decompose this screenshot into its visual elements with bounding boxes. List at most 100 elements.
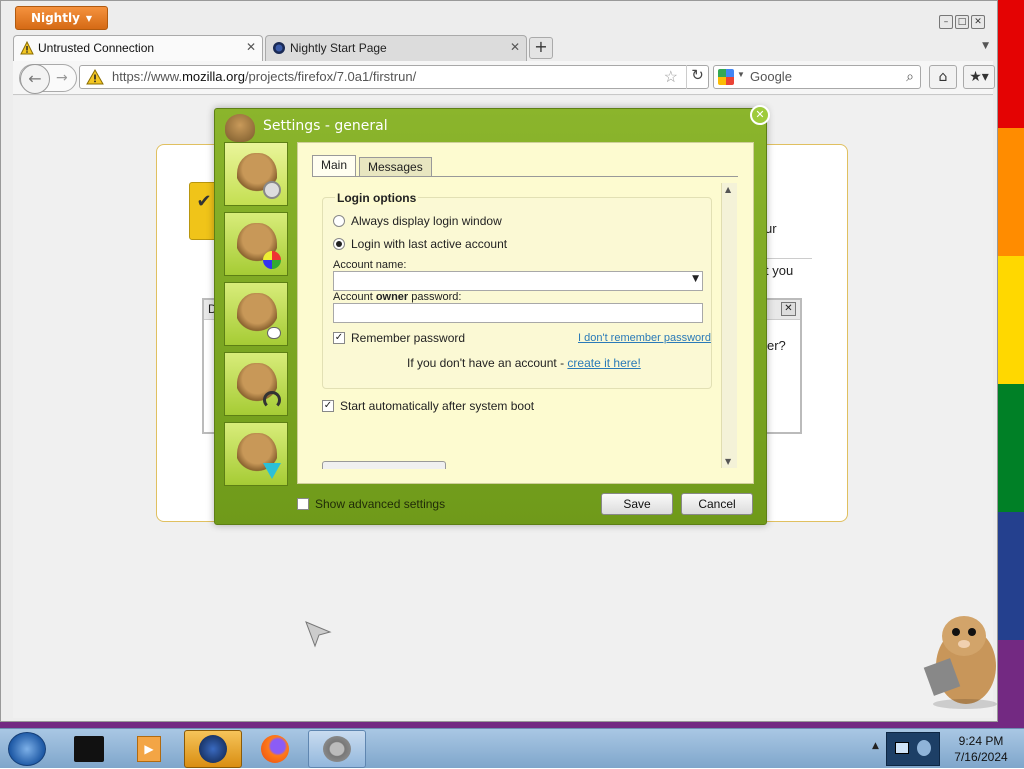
google-icon[interactable] [718, 69, 734, 85]
forgot-password-link[interactable]: I don't remember password [578, 332, 711, 344]
gear-icon [263, 181, 281, 199]
close-icon[interactable]: ✕ [781, 302, 796, 316]
checkbox[interactable]: ✓ [322, 400, 334, 412]
tab-bar: Untrusted Connection ✕ Nightly Start Pag… [13, 35, 993, 61]
no-account-hint: If you don't have an account - create it… [407, 356, 641, 370]
scroll-up-icon[interactable]: ▲ [725, 185, 731, 194]
scroll-down-icon[interactable]: ▼ [725, 457, 731, 466]
save-button[interactable]: Save [601, 493, 673, 515]
no-account-text: If you don't have an account - [407, 356, 568, 370]
close-window-button[interactable]: ✕ [971, 15, 985, 29]
page-text-fragment: er? [767, 338, 786, 353]
url-path: /projects/firefox/7.0a1/firstrun/ [244, 69, 417, 84]
start-button[interactable] [8, 732, 46, 766]
firefox-icon [261, 735, 289, 763]
page-text-fragment: t you [765, 263, 794, 278]
remember-password-option[interactable]: ✓ Remember password [333, 331, 465, 345]
radio-button[interactable] [333, 215, 345, 227]
show-hidden-icons-icon[interactable]: ▲ [872, 741, 879, 751]
checkbox-label: Show advanced settings [315, 497, 446, 511]
clock-time: 9:24 PM [958, 734, 1004, 748]
cancel-button[interactable]: Cancel [681, 493, 753, 515]
close-icon[interactable]: ✕ [750, 105, 770, 125]
tab-list-icon[interactable]: ▼ [982, 41, 989, 51]
password-label-part: password: [408, 291, 462, 303]
chevron-down-icon[interactable]: ▼ [737, 70, 745, 79]
minimize-button[interactable]: – [939, 15, 953, 29]
bookmark-star-icon[interactable]: ☆ [664, 67, 678, 87]
tab-label: Nightly Start Page [290, 41, 387, 55]
radio-label: Login with last active account [351, 237, 508, 251]
volume-icon [917, 740, 931, 756]
radio-always-display[interactable]: Always display login window [333, 214, 502, 228]
taskbar-item-nightly-active[interactable] [184, 730, 242, 768]
clock[interactable]: 9:24 PM 7/16/2024 [946, 733, 1016, 765]
checkbox[interactable]: ✓ [333, 332, 345, 344]
maximize-button[interactable]: □ [955, 15, 969, 29]
checkbox-label: Remember password [351, 331, 466, 345]
tab-untrusted-connection[interactable]: Untrusted Connection ✕ [13, 35, 263, 61]
radio-button[interactable] [333, 238, 345, 250]
taskbar: ▶ ▲ 9:24 PM 7/16/2024 [0, 728, 1024, 768]
clock-date: 7/16/2024 [954, 750, 1008, 764]
home-button[interactable]: ⌂ [929, 65, 957, 89]
search-icon[interactable]: ⌕ [906, 68, 914, 85]
bookmarks-menu-button[interactable]: ★▾ [963, 65, 995, 89]
sidebar-item-downloads[interactable] [224, 422, 288, 486]
tab-messages[interactable]: Messages [359, 157, 432, 177]
navigation-toolbar: ← → https://www.mozilla.org/projects/fir… [13, 61, 995, 95]
radio-label: Always display login window [351, 214, 502, 228]
search-bar[interactable]: ▼ Google ⌕ [713, 65, 921, 89]
account-name-select[interactable]: ▼ [333, 271, 703, 291]
taskbar-item-console[interactable] [60, 730, 118, 768]
show-advanced-option[interactable]: Show advanced settings [297, 497, 445, 511]
scrollbar[interactable]: ▲ ▼ [721, 183, 737, 468]
headphones-icon [263, 391, 281, 409]
radio-last-account[interactable]: Login with last active account [333, 237, 507, 251]
tab-nightly-start-page[interactable]: Nightly Start Page ✕ [265, 35, 527, 61]
start-automatically-option[interactable]: ✓ Start automatically after system boot [322, 399, 534, 413]
url-domain: mozilla.org [182, 69, 245, 84]
password-input[interactable] [333, 303, 703, 323]
new-tab-button[interactable]: + [529, 37, 553, 59]
checkbox-label: Start automatically after system boot [340, 399, 535, 413]
taskbar-item-firefox[interactable] [246, 730, 304, 768]
sidebar-item-general[interactable] [224, 142, 288, 206]
back-forward-group: ← → [19, 64, 77, 94]
warning-icon [20, 41, 34, 55]
close-tab-icon[interactable]: ✕ [510, 40, 520, 54]
chevron-down-icon[interactable]: ▼ [692, 274, 699, 284]
sidebar-item-messages[interactable] [224, 282, 288, 346]
url-bar[interactable]: https://www.mozilla.org/projects/firefox… [79, 65, 709, 89]
download-arrow-icon [263, 463, 281, 479]
reload-icon[interactable]: ↻ [686, 65, 708, 89]
sidebar-item-appearance[interactable] [224, 212, 288, 276]
settings-panel: Main Messages ▲ ▼ Login options Always d… [297, 142, 754, 484]
tab-main[interactable]: Main [312, 155, 357, 177]
mouse-cursor-icon [305, 621, 332, 648]
app-logo-icon [225, 114, 255, 142]
notification-area[interactable] [886, 732, 940, 766]
chevron-down-icon: ▼ [85, 13, 93, 23]
nightly-icon [199, 735, 227, 763]
chat-bubble-icon [267, 327, 281, 339]
search-placeholder: Google [750, 69, 792, 84]
settings-title: Settings - general [263, 118, 388, 134]
hamster-mascot-icon [923, 616, 997, 709]
login-options-title: Login options [335, 191, 419, 205]
terminal-icon [74, 736, 104, 762]
app-menu-button[interactable]: Nightly ▼ [15, 6, 108, 30]
taskbar-item-media-player[interactable]: ▶ [120, 730, 178, 768]
forward-button[interactable]: → [56, 70, 68, 86]
back-button[interactable]: ← [20, 64, 50, 94]
taskbar-item-settings-app[interactable] [308, 730, 366, 768]
account-name-label: Account name: [333, 259, 407, 271]
settings-dialog: Settings - general ✕ Main Messages ▲ ▼ L… [214, 105, 770, 525]
close-tab-icon[interactable]: ✕ [246, 40, 256, 54]
sidebar-item-sound[interactable] [224, 352, 288, 416]
create-account-link[interactable]: create it here! [567, 356, 640, 370]
gear-icon [323, 736, 351, 762]
checkbox[interactable] [297, 498, 309, 510]
partially-visible-button[interactable] [322, 461, 446, 469]
password-label-bold: owner [375, 291, 409, 303]
